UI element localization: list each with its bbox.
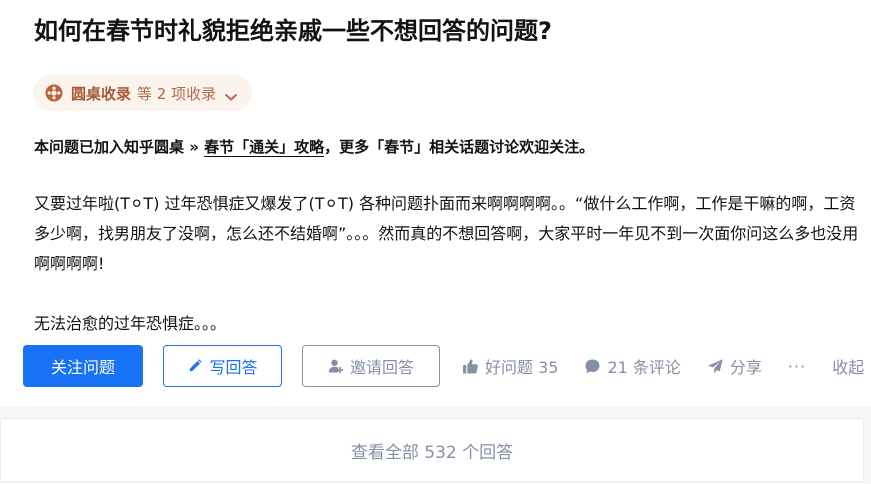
invite-answer-label: 邀请回答 bbox=[349, 358, 414, 377]
good-question-button[interactable]: 好问题 35 bbox=[462, 354, 558, 378]
share-icon bbox=[707, 358, 724, 375]
invite-answer-button[interactable]: 邀请回答 bbox=[302, 345, 440, 387]
thumb-up-icon bbox=[462, 358, 479, 375]
notice-prefix: 本问题已加入知乎圆桌 » bbox=[34, 138, 205, 156]
share-label: 分享 bbox=[729, 358, 762, 377]
write-answer-button[interactable]: 写回答 bbox=[163, 345, 282, 387]
notice-suffix: ，更多「春节」相关话题讨论欢迎关注。 bbox=[324, 138, 595, 156]
roundtable-icon bbox=[45, 84, 63, 102]
collapse-button[interactable]: 收起 bbox=[832, 354, 864, 378]
share-button[interactable]: 分享 bbox=[707, 354, 762, 378]
question-card: 如何在春节时礼貌拒绝亲戚一些不想回答的问题? 圆桌收录 等 2 项收录 本问题已… bbox=[0, 0, 871, 407]
chevron-down-icon bbox=[224, 88, 238, 101]
question-title: 如何在春节时礼貌拒绝亲戚一些不想回答的问题? bbox=[34, 17, 552, 45]
view-all-answers-button[interactable]: 查看全部 532 个回答 bbox=[0, 418, 864, 482]
roundtable-name: 圆桌收录 bbox=[71, 84, 132, 103]
more-button[interactable]: ··· bbox=[788, 357, 806, 376]
good-question-label: 好问题 35 bbox=[485, 358, 559, 377]
comments-button[interactable]: 21 条评论 bbox=[584, 354, 681, 378]
comments-label: 21 条评论 bbox=[607, 358, 681, 377]
roundtable-count: 等 2 项收录 bbox=[137, 84, 217, 103]
description-paragraph: 无法治愈的过年恐惧症。。。 bbox=[34, 314, 227, 333]
comment-icon bbox=[584, 358, 601, 375]
follow-question-button[interactable]: 关注问题 bbox=[23, 345, 143, 387]
add-user-icon bbox=[328, 358, 344, 374]
roundtable-link[interactable]: 春节「通关」攻略 bbox=[204, 138, 325, 157]
question-description: 又要过年啦(T⚪T) 过年恐惧症又爆发了(T⚪T) 各种问题扑面而来啊啊啊啊。。… bbox=[34, 189, 864, 339]
roundtable-notice: 本问题已加入知乎圆桌 » 春节「通关」攻略，更多「春节」相关话题讨论欢迎关注。 bbox=[34, 134, 594, 160]
question-actions: 关注问题 写回答 邀请回答 好问题 35 21 条评论 分享 ··· 收起 bbox=[23, 345, 871, 387]
description-paragraph: 又要过年啦(T⚪T) 过年恐惧症又爆发了(T⚪T) 各种问题扑面而来啊啊啊啊。。… bbox=[34, 194, 859, 273]
pencil-icon bbox=[187, 358, 203, 374]
roundtable-chip[interactable]: 圆桌收录 等 2 项收录 bbox=[33, 75, 253, 111]
write-answer-label: 写回答 bbox=[209, 358, 258, 377]
